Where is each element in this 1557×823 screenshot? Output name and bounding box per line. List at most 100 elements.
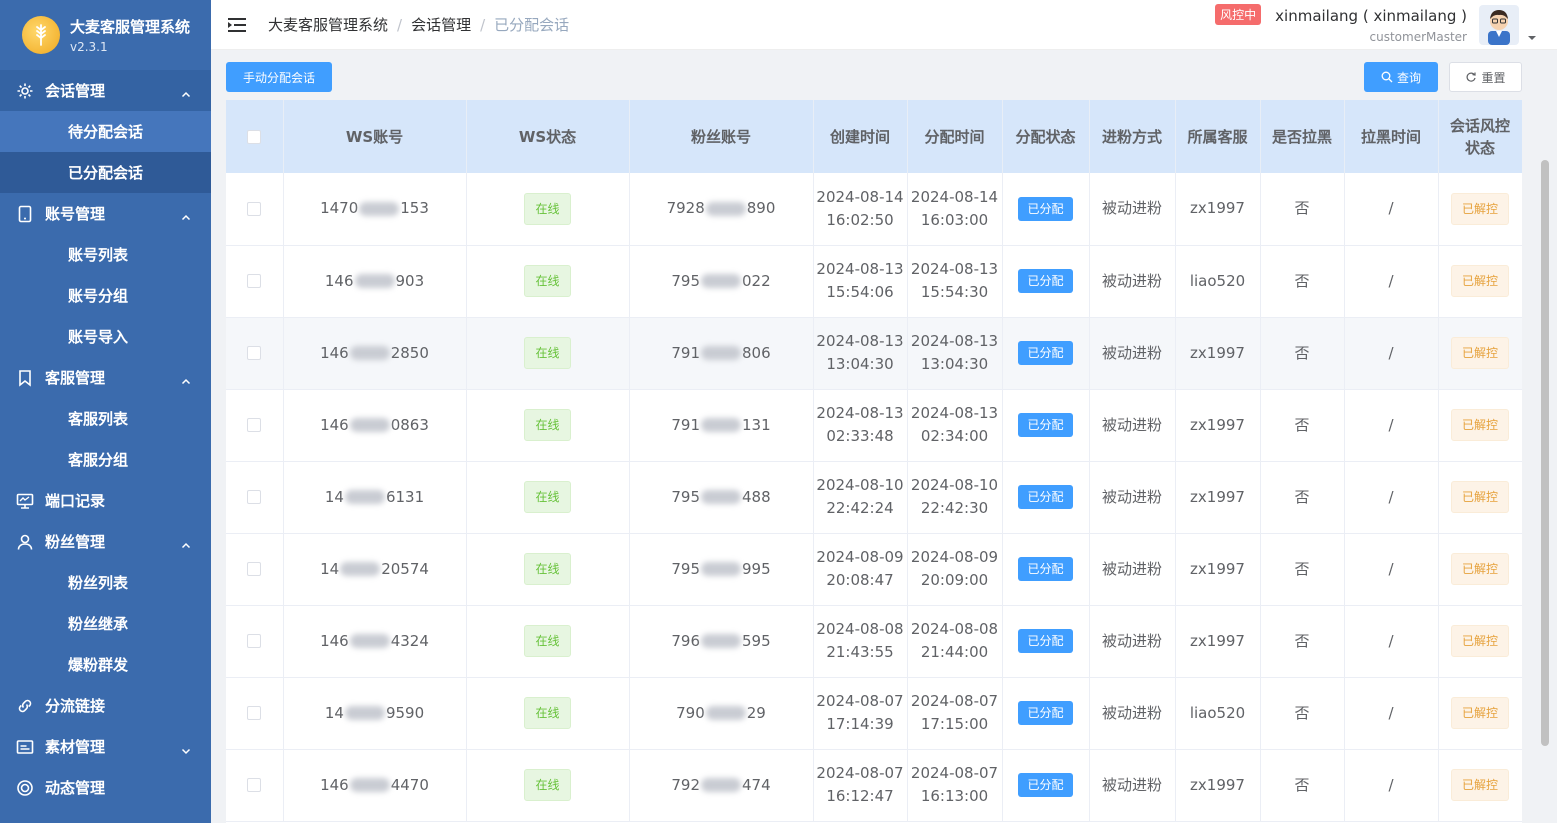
brand: 大麦客服管理系统 v2.3.1: [0, 0, 211, 70]
online-tag: 在线: [524, 697, 571, 729]
table-row[interactable]: 146 4324 在线 796 595 2024-08-08 21:43:55 2024-08…: [226, 605, 1522, 677]
table-row[interactable]: 146 2850 在线 791 806 2024-08-13 13:04:30 2024-08…: [226, 317, 1522, 389]
fan-account-prefix: 790: [676, 703, 705, 722]
ws-account-suffix: 6131: [385, 487, 425, 506]
sidebar-group-label: 客服管理: [45, 369, 106, 387]
fan-account-cell: 795 022: [629, 245, 814, 317]
row-checkbox[interactable]: [247, 706, 262, 720]
table-row[interactable]: 146 903 在线 795 022 2024-08-13 15:54:06 2024-08-…: [226, 245, 1522, 317]
caret-down-icon[interactable]: [1527, 33, 1537, 43]
menu-fold-icon[interactable]: [228, 17, 246, 33]
sidebar-item[interactable]: 爆粉群发: [0, 644, 211, 685]
sidebar-group-0[interactable]: 会话管理: [0, 70, 211, 111]
created-time: 20:08:47: [826, 571, 894, 589]
table-row[interactable]: 1470 153 在线 7928 890 2024-08-14 16:02:50 2024-0…: [226, 173, 1522, 245]
method-cell: 被动进粉: [1089, 605, 1176, 677]
sidebar-group-7[interactable]: 动态管理: [0, 767, 211, 808]
query-button[interactable]: 查询: [1364, 62, 1438, 92]
fan-account-suffix: 29: [746, 703, 766, 722]
masked-digits: [349, 346, 390, 360]
masked-digits: [701, 634, 741, 648]
assign-status-cell: 已分配: [1002, 677, 1090, 749]
risk-released-tag: 已解控: [1450, 265, 1509, 297]
refresh-icon: [1467, 72, 1477, 82]
sidebar-group-5[interactable]: 分流链接: [0, 685, 211, 726]
table-row[interactable]: 14 9590 在线 790 29 2024-08-07 17:14:39 2024-08-0…: [226, 677, 1522, 749]
sidebar-item[interactable]: 粉丝列表: [0, 562, 211, 603]
method-cell: 被动进粉: [1089, 389, 1176, 461]
risk-status-cell: 已解控: [1438, 389, 1522, 461]
manual-assign-button[interactable]: 手动分配会话: [226, 62, 332, 92]
masked-digits: [701, 346, 741, 360]
sidebar-item[interactable]: 账号导入: [0, 316, 211, 357]
sidebar-group-6[interactable]: 素材管理: [0, 726, 211, 767]
table-row[interactable]: 14 20574 在线 795 995 2024-08-09 20:08:47 2024-08…: [226, 533, 1522, 605]
sidebar-group-3[interactable]: 端口记录: [0, 480, 211, 521]
breadcrumb-home[interactable]: 大麦客服管理系统: [268, 14, 388, 35]
sidebar-group-1[interactable]: 账号管理: [0, 193, 211, 234]
assigned-time: 16:03:00: [920, 210, 989, 229]
avatar[interactable]: [1479, 5, 1519, 45]
row-checkbox[interactable]: [247, 346, 262, 360]
ws-status-cell: 在线: [466, 245, 630, 317]
table-row[interactable]: 14 6131 在线 795 488 2024-08-10 22:42:24 2024-08-…: [226, 461, 1522, 533]
row-checkbox[interactable]: [247, 490, 262, 504]
sidebar-group-4[interactable]: 粉丝管理: [0, 521, 211, 562]
masked-digits: [349, 418, 390, 432]
row-checkbox[interactable]: [247, 274, 262, 288]
masked-digits: [705, 201, 746, 216]
reset-button[interactable]: 重置: [1449, 62, 1522, 92]
fan-account-prefix: 7928: [666, 199, 705, 218]
fan-account-cell: 791 131: [629, 389, 814, 461]
breadcrumb-section[interactable]: 会话管理: [411, 14, 471, 35]
created-date: 2024-08-10: [816, 476, 904, 494]
table-row[interactable]: 146 0863 在线 791 131 2024-08-13 02:33:48 2024-08…: [226, 389, 1522, 461]
sidebar: 大麦客服管理系统 v2.3.1 会话管理 待分配会话 已分配会话 账号管理 账号列表 账号…: [0, 0, 211, 823]
blocked-cell: 否: [1260, 461, 1345, 533]
select-all-checkbox[interactable]: [247, 130, 262, 144]
method-cell: 被动进粉: [1089, 317, 1176, 389]
sidebar-item[interactable]: 待分配会话: [0, 111, 211, 152]
assigned-time-cell: 2024-08-13 15:54:30: [907, 245, 1003, 317]
ws-account-suffix: 0863: [390, 415, 429, 434]
masked-digits: [344, 706, 385, 720]
vertical-scrollbar[interactable]: [1541, 160, 1549, 746]
row-checkbox[interactable]: [247, 418, 262, 432]
ws-account-prefix: 146: [320, 631, 349, 650]
sidebar-item[interactable]: 客服分组: [0, 439, 211, 480]
blocked-time-cell: /: [1344, 317, 1439, 389]
table-row[interactable]: 146 4470 在线 792 474 2024-08-07 16:12:47 2024-08…: [226, 749, 1522, 821]
masked-digits: [701, 490, 741, 504]
fan-account-suffix: 890: [746, 199, 776, 218]
user-area[interactable]: 风控中 xinmailang ( xinmailang ) customerMa…: [1215, 0, 1537, 50]
row-checkbox[interactable]: [247, 634, 262, 648]
sidebar-group-2[interactable]: 客服管理: [0, 357, 211, 398]
masked-digits: [705, 706, 746, 720]
top-header: 大麦客服管理系统 / 会话管理 / 已分配会话 风控中 xinmailang (…: [211, 0, 1557, 50]
query-label: 查询: [1396, 70, 1421, 85]
ws-account-prefix: 146: [324, 271, 354, 290]
online-tag: 在线: [524, 337, 571, 369]
online-tag: 在线: [524, 409, 571, 441]
agent-cell: zx1997: [1175, 605, 1261, 677]
assigned-tag: 已分配: [1018, 485, 1073, 509]
sidebar-item[interactable]: 账号列表: [0, 234, 211, 275]
sessions-table: WS账号 WS状态 粉丝账号 创建时间 分配时间 分配状态 进粉方式 所属客服 …: [226, 100, 1522, 823]
created-time-cell: 2024-08-08 21:43:55: [813, 605, 908, 677]
select-cell: [226, 677, 284, 749]
sidebar-item[interactable]: 粉丝继承: [0, 603, 211, 644]
masked-digits: [701, 274, 741, 288]
created-date: 2024-08-13: [816, 404, 904, 422]
row-checkbox[interactable]: [247, 778, 262, 792]
ws-account-suffix: 153: [400, 199, 429, 218]
sidebar-item[interactable]: 账号分组: [0, 275, 211, 316]
select-cell: [226, 245, 284, 317]
sidebar-item[interactable]: 客服列表: [0, 398, 211, 439]
sidebar-item[interactable]: 已分配会话: [0, 152, 211, 193]
fan-account-prefix: 795: [671, 559, 700, 578]
select-cell: [226, 605, 284, 677]
fan-account-suffix: 131: [742, 415, 771, 434]
risk-status-cell: 已解控: [1438, 461, 1522, 533]
row-checkbox[interactable]: [247, 562, 262, 576]
row-checkbox[interactable]: [247, 201, 262, 216]
